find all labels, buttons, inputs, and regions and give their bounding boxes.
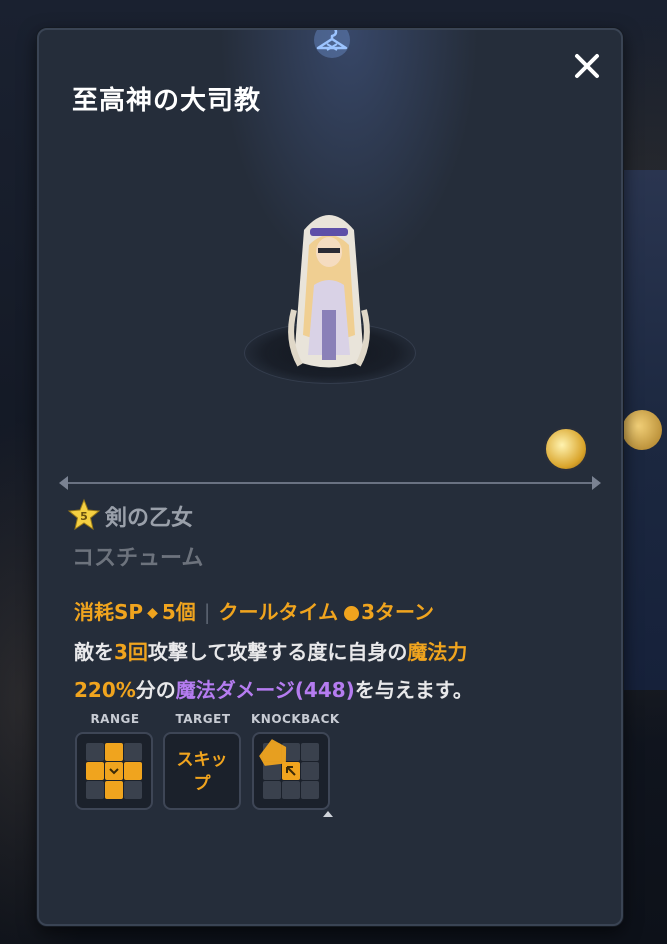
cost-separator: | — [203, 600, 211, 624]
knockback-cell — [263, 781, 281, 799]
costume-title: 至高神の大司教 — [72, 86, 262, 116]
cooltime-value: 3ターン — [361, 600, 435, 624]
divider-arrow-left — [59, 476, 68, 490]
hanger-icon — [314, 30, 350, 58]
character-preview — [39, 130, 621, 490]
knockback-caret-icon — [323, 811, 333, 817]
knockback-cell — [282, 781, 300, 799]
background-coin — [622, 410, 662, 450]
desc-stat: 魔法力 — [407, 640, 468, 664]
sp-value: 5個 — [161, 600, 196, 624]
range-slot[interactable] — [75, 732, 153, 810]
chevron-down-icon — [109, 768, 119, 775]
section-divider — [64, 482, 594, 484]
knockback-cell — [301, 743, 319, 761]
skill-cost-line: 消耗SP ◆ 5個 | クールタイム 3ターン — [74, 596, 434, 625]
range-cell — [86, 762, 104, 780]
range-label: RANGE — [90, 712, 140, 726]
knockback-cell — [301, 762, 319, 780]
knockback-label: KNOCKBACK — [251, 712, 340, 726]
cooltime-label: クールタイム — [218, 600, 339, 624]
range-cell — [105, 781, 123, 799]
target-value-line2: プ — [193, 774, 211, 794]
desc-text: を与えます。 — [354, 678, 473, 702]
range-cell — [86, 781, 104, 799]
rank-number: 5 — [80, 510, 88, 523]
skill-type: コスチューム — [72, 546, 204, 571]
close-icon[interactable] — [567, 46, 607, 86]
target-value-line1: スキッ — [176, 750, 228, 770]
arrow-up-left-icon — [286, 766, 296, 776]
knockback-slot[interactable] — [252, 732, 330, 810]
knockback-cell-center — [282, 762, 300, 780]
target-slot[interactable]: スキップ — [163, 732, 241, 810]
range-cell — [86, 743, 104, 761]
range-cell-center — [105, 762, 123, 780]
target-label: TARGET — [175, 712, 231, 726]
clock-icon — [344, 606, 360, 621]
skill-description: 敵を3回攻撃して攻撃する度に自身の魔法力 220%分の魔法ダメージ(448)を与え… — [74, 633, 604, 709]
divider-arrow-right — [592, 476, 601, 490]
sp-label: 消耗SP — [74, 600, 144, 624]
star-icon: 5 — [67, 498, 101, 531]
weapon-icon[interactable] — [544, 427, 588, 471]
desc-ratio: 220% — [74, 678, 136, 702]
range-cell — [124, 743, 142, 761]
knockback-cell — [301, 781, 319, 799]
costume-detail-panel: 至高神の大司教 5 剣の乙女 コスチューム 消耗SP ◆ 5個 | クールタイム 3ターン… — [37, 28, 623, 926]
character-sprite — [288, 215, 370, 368]
skill-name: 剣の乙女 — [105, 506, 194, 531]
desc-damage: 魔法ダメージ(448) — [175, 678, 355, 702]
target-value: スキップ — [165, 748, 239, 796]
range-cell — [105, 743, 123, 761]
diamond-icon: ◆ — [147, 605, 158, 621]
range-cell — [124, 781, 142, 799]
range-grid — [86, 743, 142, 799]
desc-hits: 3回 — [114, 640, 148, 664]
desc-text: 敵を — [74, 640, 114, 664]
desc-text: 攻撃して攻撃する度に自身の — [147, 640, 408, 664]
range-cell — [124, 762, 142, 780]
desc-text: 分の — [135, 678, 176, 702]
